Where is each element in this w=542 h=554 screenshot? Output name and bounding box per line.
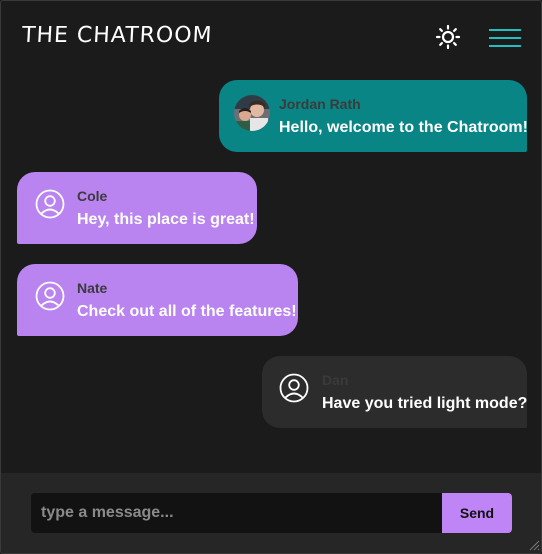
theme-toggle-button[interactable] [435,24,461,50]
message-text: Hello, welcome to the Chatroom! [279,119,528,136]
header: THE CHATROOM [1,1,541,73]
message-input[interactable] [31,493,442,533]
message-bubble: Jordan Rath Hello, welcome to the Chatro… [219,80,528,152]
sun-icon [435,24,461,50]
chat-window: THE CHATROOM Jordan Rath Hello, welcome … [0,0,542,554]
message-bubble: Dan Have you tried light mode? [262,356,527,428]
sender-name: Cole [77,188,108,204]
message-text: Check out all of the features! [77,303,297,320]
user-circle-icon [279,373,309,408]
user-circle-icon [35,281,65,316]
resize-handle-icon[interactable] [528,539,540,551]
hamburger-menu-icon[interactable] [489,27,521,49]
message-text: Have you tried light mode? [322,395,528,412]
composer: Send [1,473,541,553]
sender-name: Dan [322,372,349,388]
sender-name: Jordan Rath [279,96,361,112]
app-title: THE CHATROOM [21,23,214,48]
message-bubble: Nate Check out all of the features! [17,264,298,336]
message-bubble: Cole Hey, this place is great! [17,172,257,244]
sender-name: Nate [77,280,108,296]
user-photo-avatar [234,95,270,131]
send-button[interactable]: Send [442,493,512,533]
user-circle-icon [35,189,65,224]
message-text: Hey, this place is great! [77,211,255,228]
